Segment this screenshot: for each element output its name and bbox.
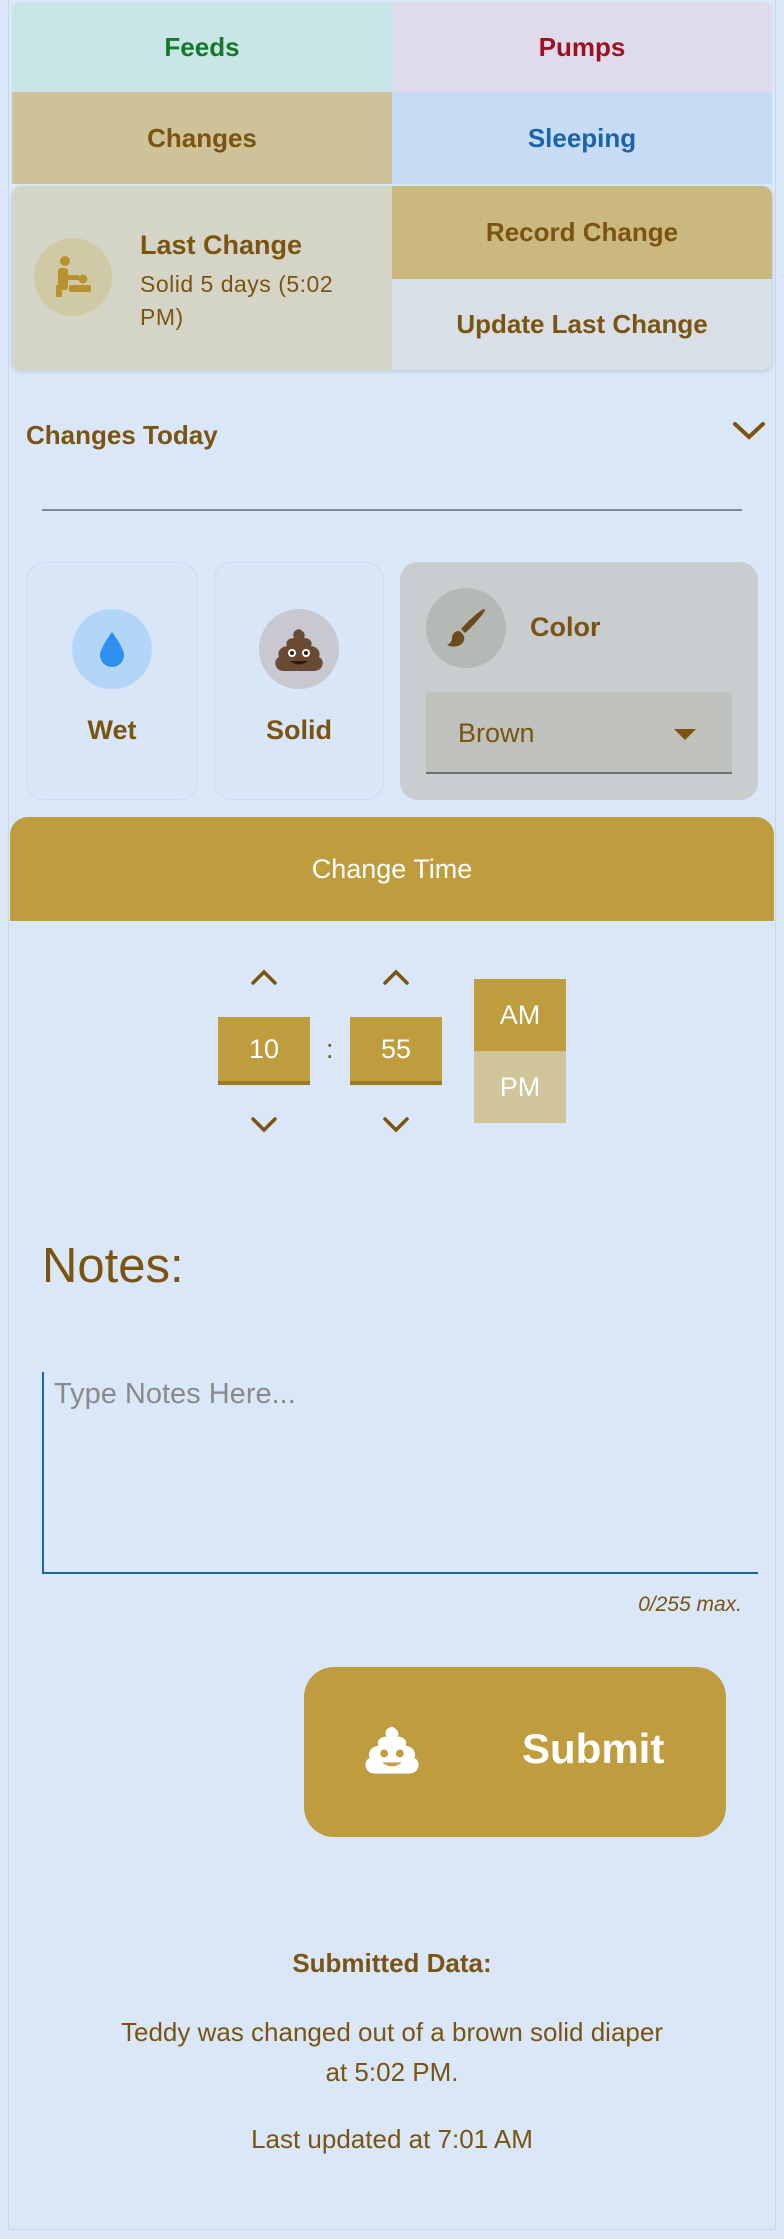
last-change-summary: Last Change Solid 5 days (5:02 PM) Recor… bbox=[12, 186, 772, 370]
solid-option[interactable]: Solid bbox=[214, 562, 384, 800]
notes-char-counter: 0/255 max. bbox=[638, 1593, 742, 1616]
hour-increment-button[interactable] bbox=[250, 968, 278, 991]
nav-changes[interactable]: Changes bbox=[12, 92, 392, 184]
color-select[interactable]: Brown bbox=[426, 692, 732, 774]
solid-label: Solid bbox=[266, 715, 332, 745]
submit-button[interactable]: Submit bbox=[304, 1667, 726, 1837]
brush-icon bbox=[426, 588, 506, 668]
notes-title: Notes: bbox=[42, 1239, 184, 1293]
chevron-down-icon[interactable] bbox=[732, 420, 766, 447]
changes-today-expander[interactable]: Changes Today bbox=[26, 420, 766, 451]
submitted-data-message: Teddy was changed out of a brown solid d… bbox=[120, 2017, 663, 2087]
water-drop-icon bbox=[72, 609, 152, 689]
wet-option[interactable]: Wet bbox=[26, 562, 198, 800]
caret-down-icon bbox=[674, 729, 696, 740]
nav-feeds[interactable]: Feeds bbox=[12, 2, 392, 92]
submit-label: Submit bbox=[522, 1725, 665, 1772]
last-change-detail: Solid 5 days (5:02 PM) bbox=[140, 271, 334, 330]
poop-icon bbox=[364, 1723, 420, 1780]
update-last-change-button[interactable]: Update Last Change bbox=[392, 279, 772, 370]
am-toggle[interactable]: AM bbox=[474, 979, 566, 1051]
notes-textarea[interactable] bbox=[42, 1372, 758, 1574]
hour-input[interactable]: 10 bbox=[218, 1017, 310, 1085]
color-label: Color bbox=[530, 612, 601, 642]
color-picker-card: Color Brown bbox=[400, 562, 758, 800]
minute-input[interactable]: 55 bbox=[350, 1017, 442, 1085]
last-change-title: Last Change bbox=[140, 230, 303, 260]
changes-today-title: Changes Today bbox=[26, 420, 218, 450]
baby-changing-icon bbox=[34, 238, 112, 316]
top-nav: Feeds Pumps Changes Sleeping bbox=[12, 2, 772, 184]
poop-icon bbox=[259, 609, 339, 689]
pm-toggle[interactable]: PM bbox=[474, 1051, 566, 1123]
submitted-data-title: Submitted Data: bbox=[292, 1948, 492, 1978]
hour-decrement-button[interactable] bbox=[250, 1116, 278, 1139]
wet-label: Wet bbox=[87, 715, 137, 745]
change-time-header: Change Time bbox=[10, 817, 774, 921]
nav-pumps[interactable]: Pumps bbox=[392, 2, 772, 92]
minute-decrement-button[interactable] bbox=[382, 1116, 410, 1139]
record-change-button[interactable]: Record Change bbox=[392, 186, 772, 279]
color-select-value: Brown bbox=[458, 718, 535, 748]
time-separator: : bbox=[326, 1034, 334, 1064]
last-change-info: Last Change Solid 5 days (5:02 PM) bbox=[12, 186, 392, 370]
nav-sleeping[interactable]: Sleeping bbox=[392, 92, 772, 184]
minute-increment-button[interactable] bbox=[382, 968, 410, 991]
summary-actions: Record Change Update Last Change bbox=[392, 186, 772, 370]
divider bbox=[42, 509, 742, 511]
last-updated-text: Last updated at 7:01 AM bbox=[251, 2124, 533, 2154]
